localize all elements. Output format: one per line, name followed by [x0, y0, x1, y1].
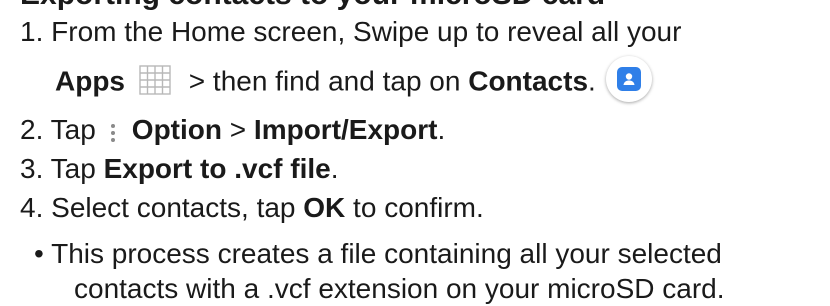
section-heading: Exporting contacts to your microSD card	[20, 0, 605, 12]
note-text: This process creates a file containing a…	[51, 238, 722, 269]
step-number: 1.	[20, 16, 44, 47]
ok-label: OK	[303, 192, 346, 223]
step-4: 4. Select contacts, tap OK to confirm.	[20, 191, 484, 225]
apps-label: Apps	[55, 65, 125, 97]
import-export-label: Import/Export	[253, 114, 438, 145]
step-number: 4.	[20, 192, 44, 223]
note-line-2: contacts with a .vcf extension on your m…	[74, 272, 725, 306]
step-text: Select contacts, tap	[51, 192, 304, 223]
step-2: 2. Tap Option > Import/Export.	[20, 113, 445, 147]
contacts-label: Contacts	[468, 65, 589, 97]
bullet-mark: •	[34, 238, 44, 269]
step-text: From the Home screen, Swipe up to reveal…	[51, 16, 682, 47]
export-vcf-label: Export to .vcf file	[103, 153, 331, 184]
contacts-app-icon	[605, 56, 652, 102]
punctuation: .	[330, 153, 339, 184]
step-text: Tap	[50, 114, 96, 145]
apps-grid-icon	[139, 65, 171, 95]
option-label: Option	[131, 114, 222, 145]
step-1-line-2: Apps > then find and tap on Contacts.	[55, 56, 652, 106]
punctuation: .	[588, 65, 596, 97]
punctuation: .	[437, 114, 446, 145]
step-number: 2.	[20, 114, 44, 145]
separator: >	[222, 114, 254, 145]
step-3: 3. Tap Export to .vcf file.	[20, 152, 339, 186]
more-options-icon	[110, 118, 116, 142]
step-text: > then find and tap on	[181, 65, 469, 97]
step-1-line-1: 1. From the Home screen, Swipe up to rev…	[20, 15, 681, 49]
note-line-1: • This process creates a file containing…	[34, 237, 722, 271]
step-text: Tap	[50, 153, 104, 184]
note-text: contacts with a .vcf extension on your m…	[74, 273, 725, 304]
step-text: to confirm.	[345, 192, 484, 223]
step-number: 3.	[20, 153, 44, 184]
